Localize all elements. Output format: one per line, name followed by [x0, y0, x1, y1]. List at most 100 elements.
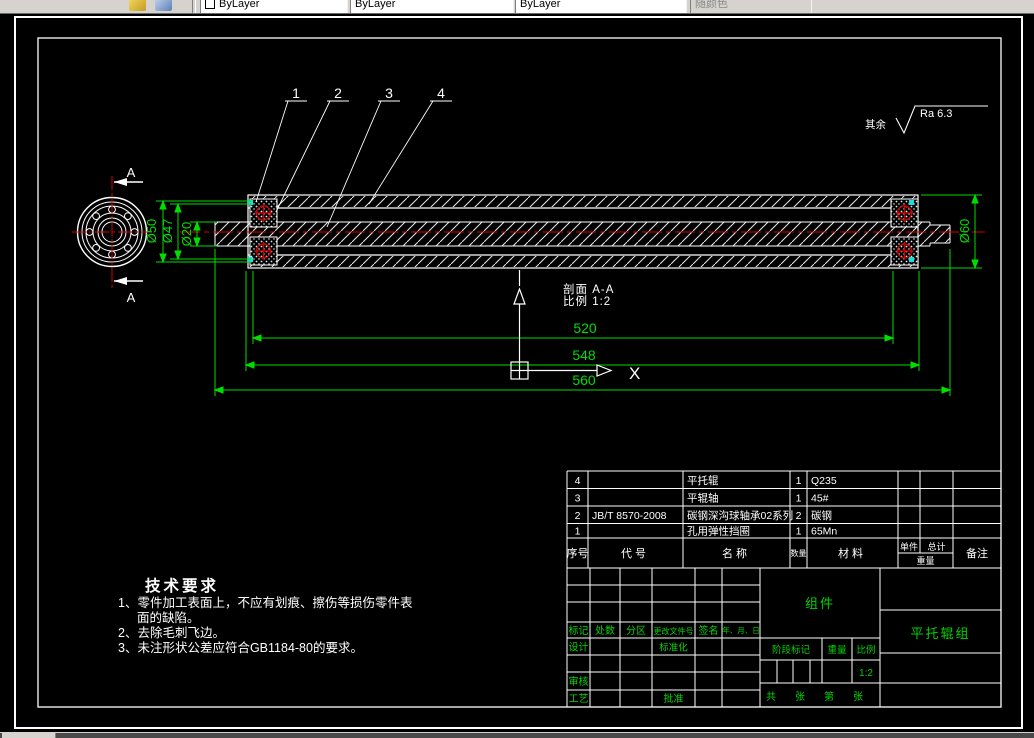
dim-560-label: 560	[572, 372, 596, 388]
dim-d47-label: Ø47	[160, 219, 175, 244]
dim-548-label: 548	[572, 347, 596, 363]
cad-drawing-canvas[interactable]: A A 1 2 3 4 Ø50 Ø47 Ø20 Ø60 520 548 560 …	[0, 0, 1034, 737]
tech-req-title: 技术要求	[145, 576, 219, 595]
model-tab-edge[interactable]	[2, 733, 56, 738]
balloon-2: 2	[334, 85, 342, 101]
ucs-x-arrow	[596, 364, 613, 377]
tb-date: 年、月、日	[722, 625, 760, 635]
tech-req-line1: 1、零件加工表面上，不应有划痕、擦伤等损伤零件表	[118, 595, 413, 610]
toolbar-separator	[192, 0, 196, 13]
command-window-edge	[0, 732, 1034, 738]
ucs-y-arrow	[513, 287, 526, 305]
tech-req-line3: 2、去除毛刺飞边。	[118, 625, 225, 640]
tube-top-wall-hatch	[249, 196, 917, 207]
dim-520-label: 520	[573, 320, 597, 336]
part-name: 孔用弹性挡圈	[687, 525, 750, 538]
section-arrow-top	[114, 178, 127, 186]
parts-header-material: 材料	[838, 546, 866, 560]
tb-count: 处数	[595, 624, 615, 637]
tb-zone: 分区	[626, 625, 646, 637]
color-control-value: ByLayer	[219, 0, 260, 10]
end-view-centerlines	[72, 176, 152, 288]
part-qty: 2	[796, 510, 802, 522]
ucs-x-label: X	[629, 364, 640, 383]
part-qty: 1	[796, 475, 802, 487]
tb-drawing-title: 平托辊组	[910, 626, 970, 641]
parts-header-weight: 重量	[916, 555, 934, 566]
tb-weight: 重量	[827, 644, 847, 656]
part-name: 平托辊	[687, 474, 719, 487]
tb-scale-value: 1:2	[859, 668, 873, 679]
title-block-labels: 标记 处数 分区 更改文件号 签名 年、月、日 设计 标准化 审核 工艺 批准 …	[569, 596, 970, 705]
tech-req-line2: 面的缺陷。	[137, 610, 200, 625]
table-row: 3 平辊轴 1 45#	[575, 492, 829, 505]
tb-stage: 阶段标记	[772, 644, 811, 656]
dim-d50-label: Ø50	[144, 219, 159, 244]
plotstyle-control-combo[interactable]: 随颜色	[690, 0, 812, 13]
tb-audit: 审核	[569, 675, 589, 688]
parts-header-seq: 序号	[567, 546, 589, 560]
tb-sheet-no: 第	[824, 690, 834, 703]
part-material: 45#	[811, 493, 829, 505]
parts-header-total: 总计	[927, 541, 945, 552]
linetype-control-combo[interactable]: ByLayer	[350, 0, 514, 13]
linetype-control-value: ByLayer	[355, 0, 396, 10]
shaft-end-hatch	[930, 225, 950, 243]
color-control-combo[interactable]: ByLayer	[200, 0, 348, 13]
parts-header-qty: 数量	[791, 548, 807, 558]
section-mark-a-bottom: A	[127, 290, 136, 305]
tb-design: 设计	[569, 641, 589, 654]
tb-mark: 标记	[569, 625, 589, 637]
tube-bottom-wall-hatch	[249, 256, 917, 267]
dim-d60-label: Ø60	[957, 219, 972, 244]
dim-d20-label: Ø20	[179, 222, 194, 247]
section-mark-a-top: A	[127, 165, 136, 180]
tb-scale: 比例	[856, 644, 875, 656]
balloon-4: 4	[437, 85, 445, 101]
make-layer-current-icon[interactable]	[129, 0, 146, 11]
plotstyle-control-value: 随颜色	[695, 0, 728, 10]
parts-header-remark: 备注	[966, 546, 988, 560]
tb-sign: 签名	[699, 624, 719, 637]
part-material: 65Mn	[811, 526, 837, 538]
roughness-value: Ra 6.3	[920, 108, 952, 120]
roughness-prefix: 其余	[865, 118, 886, 131]
part-seq: 1	[575, 526, 581, 538]
properties-toolbar: ByLayer ByLayer ByLayer 随颜色	[0, 0, 1034, 14]
section-arrow-bottom	[114, 277, 127, 285]
part-seq: 3	[575, 493, 581, 505]
balloon-1: 1	[292, 85, 300, 101]
tb-sheet-zhang2: 张	[853, 691, 863, 703]
table-row: 2 JB/T 8570-2008 碳钢深沟球轴承02系列 2 碳钢	[575, 509, 832, 522]
tb-approve: 批准	[664, 692, 684, 705]
surface-roughness: 其余 Ra 6.3	[865, 105, 988, 135]
technical-requirements: 技术要求 1、零件加工表面上，不应有划痕、擦伤等损伤零件表 面的缺陷。 2、去除…	[118, 576, 413, 655]
parts-header-code: 代号	[621, 547, 649, 560]
parts-header-unit: 单件	[900, 541, 918, 552]
tb-process: 工艺	[569, 693, 589, 705]
lineweight-control-value: ByLayer	[520, 0, 561, 10]
table-row: 4 平托辊 1 Q235	[575, 474, 837, 487]
part-code: JB/T 8570-2008	[592, 510, 667, 522]
tb-standard: 标准化	[659, 642, 688, 654]
lineweight-control-combo[interactable]: ByLayer	[515, 0, 687, 13]
part-material: Q235	[811, 475, 837, 487]
shaft-hatch	[215, 222, 930, 246]
tb-assembly: 组件	[805, 596, 835, 611]
tb-sheet-zhang1: 张	[795, 691, 805, 703]
roller-section-view	[180, 194, 985, 269]
tb-change-doc: 更改文件号	[654, 626, 694, 636]
part-seq: 2	[575, 510, 581, 522]
part-seq: 4	[575, 475, 581, 487]
parts-header-name: 名称	[722, 546, 750, 560]
layer-previous-icon[interactable]	[155, 0, 172, 11]
part-name: 平辊轴	[687, 492, 719, 505]
section-scale-label: 比例 1:2	[563, 294, 611, 308]
color-swatch	[205, 0, 215, 10]
section-cut-marks: A A	[114, 165, 143, 305]
part-name: 碳钢深沟球轴承02系列	[687, 509, 793, 522]
table-row: 1 孔用弹性挡圈 1 65Mn	[575, 525, 838, 538]
balloon-3: 3	[385, 85, 393, 101]
part-material: 碳钢	[811, 509, 832, 522]
part-qty: 1	[796, 526, 802, 538]
